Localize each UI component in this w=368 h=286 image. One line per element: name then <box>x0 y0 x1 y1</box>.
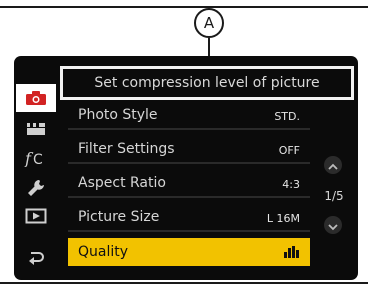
menu-item-label: Photo Style <box>78 107 158 123</box>
scroll-up-button[interactable] <box>324 156 342 174</box>
tab-motion-picture[interactable] <box>16 114 56 142</box>
motion-picture-icon <box>25 120 47 136</box>
callout-a-marker: A <box>194 8 224 38</box>
menu-item-label: Filter Settings <box>78 141 175 157</box>
menu-item-value: STD. <box>274 109 300 123</box>
custom-fc-icon: f C <box>24 149 48 167</box>
callout-label: A <box>203 14 215 32</box>
menu-sidebar: f C <box>16 84 58 274</box>
chevron-down-icon <box>328 216 338 235</box>
page-indicator: 1/5 <box>324 189 344 203</box>
menu-item-value: L 16M <box>266 211 300 225</box>
svg-text:C: C <box>33 152 43 167</box>
menu-item-picture-size[interactable]: Picture Size L 16M <box>68 204 310 232</box>
wrench-setup-icon <box>26 178 46 198</box>
top-rule <box>0 6 368 8</box>
menu-item-value: OFF <box>278 143 300 157</box>
tab-custom[interactable]: f C <box>16 144 56 172</box>
camera-icon <box>25 90 47 106</box>
scroll-down-button[interactable] <box>324 216 342 234</box>
tab-setup[interactable] <box>16 174 56 202</box>
chevron-up-icon <box>328 156 338 175</box>
return-icon <box>26 250 46 266</box>
menu-item-photo-style[interactable]: Photo Style STD. <box>68 102 310 130</box>
scroll-controls: 1/5 <box>314 146 354 256</box>
bottom-rule <box>0 282 368 284</box>
playback-icon <box>25 208 47 224</box>
menu-item-quality[interactable]: Quality <box>68 238 310 266</box>
help-title-bar: Set compression level of picture <box>60 66 354 100</box>
fine-quality-icon <box>284 238 300 266</box>
tab-playback[interactable] <box>16 202 56 230</box>
help-text: Set compression level of picture <box>94 75 320 91</box>
menu-item-value: 4:3 <box>282 177 300 191</box>
camera-menu-screen: Set compression level of picture f C Pho… <box>14 56 358 280</box>
menu-item-filter-settings[interactable]: Filter Settings OFF <box>68 136 310 164</box>
menu-item-label: Quality <box>78 244 129 260</box>
menu-item-label: Aspect Ratio <box>78 175 166 191</box>
menu-item-aspect-ratio[interactable]: Aspect Ratio 4:3 <box>68 170 310 198</box>
back-button[interactable] <box>16 244 56 272</box>
tab-rec[interactable] <box>16 84 56 112</box>
menu-item-label: Picture Size <box>78 209 160 225</box>
